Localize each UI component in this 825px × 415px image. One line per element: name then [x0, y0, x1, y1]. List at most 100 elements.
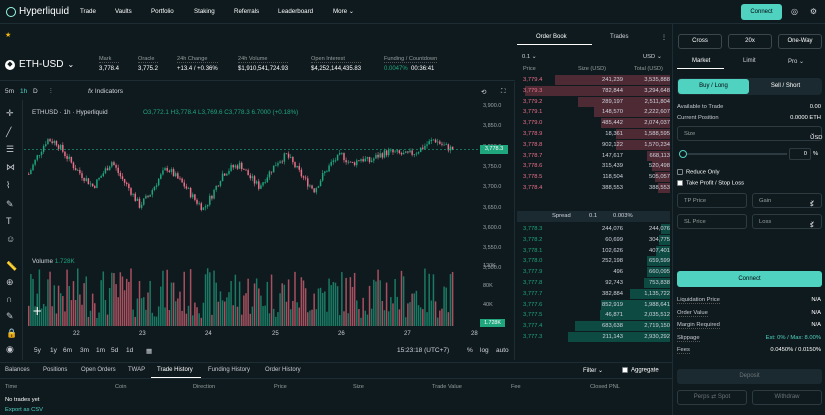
- col-time[interactable]: Time: [5, 384, 17, 390]
- tab-market[interactable]: Market: [692, 58, 710, 64]
- sl-loss-input[interactable]: Loss $ ⌄: [752, 214, 822, 229]
- range-3m[interactable]: 3m: [80, 347, 89, 354]
- ask-row[interactable]: 3,778.7 147,617 668,113: [517, 150, 670, 161]
- tab-balances[interactable]: Balances: [5, 367, 30, 373]
- panel-connect-button[interactable]: Connect: [677, 271, 822, 287]
- bid-row[interactable]: 3,777.3 211,143 2,930,292: [517, 332, 670, 342]
- bid-row[interactable]: 3,778.1 102,626 407,401: [517, 245, 670, 256]
- slider-handle[interactable]: [679, 150, 687, 158]
- ask-row[interactable]: 3,778.4 388,553 388,553: [517, 183, 670, 193]
- export-csv-link[interactable]: Export as CSV: [5, 407, 43, 413]
- margin-mode-button[interactable]: Cross: [678, 34, 722, 49]
- price-chart[interactable]: [24, 100, 480, 328]
- bid-row[interactable]: 3,777.8 92,743 753,838: [517, 278, 670, 288]
- range-1m[interactable]: 1m: [96, 347, 105, 354]
- perps-spot-button[interactable]: Perps ⇄ Spot: [677, 390, 747, 405]
- ask-row[interactable]: 3,778.8 902,122 1,570,234: [517, 139, 670, 150]
- bid-row[interactable]: 3,777.7 382,884 1,135,722: [517, 288, 670, 299]
- bid-row[interactable]: 3,778.3 244,076 244,076: [517, 224, 670, 234]
- crosshair-icon[interactable]: ✛: [6, 108, 14, 119]
- nav-more[interactable]: More ⌄: [333, 8, 354, 15]
- percent-scale[interactable]: %: [467, 347, 473, 354]
- interval-d[interactable]: D: [33, 88, 38, 95]
- lock-draw-icon[interactable]: ✎: [6, 311, 14, 322]
- bid-row[interactable]: 3,777.9 496 660,095: [517, 267, 670, 278]
- tab-twap[interactable]: TWAP: [128, 367, 145, 373]
- ask-row[interactable]: 3,778.6 315,439 520,498: [517, 161, 670, 172]
- logo[interactable]: Hyperliquid: [6, 6, 69, 17]
- position-mode-button[interactable]: One-Way: [778, 34, 822, 49]
- range-5y[interactable]: 5y: [34, 347, 41, 354]
- smile-icon[interactable]: ☺: [6, 234, 15, 244]
- unit-select[interactable]: USD ⌄: [643, 54, 662, 60]
- col-price[interactable]: Price: [274, 384, 287, 390]
- nav-portfolio[interactable]: Portfolio: [151, 8, 174, 15]
- reduce-only-checkbox[interactable]: Reduce Only: [677, 169, 720, 176]
- tick-size-select[interactable]: 0.1 ⌄: [522, 54, 537, 60]
- bid-row[interactable]: 3,778.0 252,198 659,599: [517, 256, 670, 267]
- size-unit-select[interactable]: USD ⌄: [810, 131, 822, 141]
- text-icon[interactable]: T: [6, 216, 12, 226]
- range-1d[interactable]: 1d: [126, 347, 133, 354]
- tab-limit[interactable]: Limit: [743, 58, 756, 64]
- col-closed-pnl[interactable]: Closed PNL: [590, 384, 620, 390]
- candle-type-icon[interactable]: ⫶: [50, 88, 52, 96]
- tp-gain-input[interactable]: Gain $ ⌄: [752, 193, 822, 208]
- pair-selector[interactable]: ◆ ETH-USD ⌄: [5, 59, 74, 70]
- size-input[interactable]: Size USD ⌄: [677, 126, 822, 141]
- nav-referrals[interactable]: Referrals: [234, 8, 259, 15]
- brush-icon[interactable]: ✎: [6, 199, 14, 210]
- col-fee[interactable]: Fee: [511, 384, 521, 390]
- lock-icon[interactable]: 🔒: [6, 328, 17, 339]
- calendar-icon[interactable]: ▦: [146, 347, 152, 355]
- globe-icon[interactable]: ◎: [789, 6, 800, 17]
- tab-open-orders[interactable]: Open Orders: [81, 367, 116, 373]
- aggregate-checkbox[interactable]: Aggregate: [622, 367, 659, 374]
- nav-trade[interactable]: Trade: [80, 8, 96, 15]
- magnet-icon[interactable]: ∩: [6, 294, 12, 304]
- ask-row[interactable]: 3,779.3 782,844 3,294,648: [517, 85, 670, 96]
- zoom-in-icon[interactable]: ⊕: [6, 277, 14, 288]
- col-direction[interactable]: Direction: [193, 384, 215, 390]
- ask-row[interactable]: 3,779.2 289,197 2,511,804: [517, 96, 670, 107]
- eye-icon[interactable]: ◉: [6, 344, 14, 355]
- ask-row[interactable]: 3,779.4 241,239 3,535,888: [517, 75, 670, 85]
- interval-5m[interactable]: 5m: [5, 88, 14, 95]
- gear-icon[interactable]: ⚙: [808, 6, 819, 17]
- filter-select[interactable]: Filter ⌄: [583, 367, 603, 374]
- range-5d[interactable]: 5d: [111, 347, 118, 354]
- ask-row[interactable]: 3,778.5 118,504 505,057: [517, 172, 670, 183]
- range-1y[interactable]: 1y: [50, 347, 57, 354]
- range-6m[interactable]: 6m: [63, 347, 72, 354]
- nav-vaults[interactable]: Vaults: [115, 8, 132, 15]
- tab-pro[interactable]: Pro ⌄: [788, 58, 804, 65]
- auto-scale[interactable]: auto: [496, 347, 509, 354]
- col-coin[interactable]: Coin: [115, 384, 127, 390]
- fullscreen-icon[interactable]: ⛶: [501, 88, 506, 96]
- tab-order-book[interactable]: Order Book: [536, 34, 567, 40]
- ask-row[interactable]: 3,778.9 18,361 1,588,595: [517, 129, 670, 139]
- tab-funding-history[interactable]: Funding History: [208, 367, 250, 373]
- withdraw-button[interactable]: Withdraw: [752, 390, 822, 405]
- sl-price-input[interactable]: SL Price: [677, 214, 747, 229]
- deposit-button[interactable]: Deposit: [677, 369, 822, 384]
- favorite-star-icon[interactable]: ★: [5, 31, 11, 39]
- more-options-icon[interactable]: ⋮: [661, 34, 667, 41]
- trendline-icon[interactable]: ╱: [6, 127, 11, 138]
- tab-trade-history[interactable]: Trade History: [157, 367, 193, 373]
- leverage-button[interactable]: 20x: [728, 34, 772, 49]
- ask-row[interactable]: 3,779.0 485,442 2,074,037: [517, 118, 670, 129]
- pattern-icon[interactable]: ⌇: [6, 180, 10, 191]
- undo-icon[interactable]: ⟲: [481, 88, 486, 96]
- slider-percent-input[interactable]: 0: [789, 148, 811, 160]
- indicators-button[interactable]: fx Indicators: [88, 88, 123, 95]
- tab-positions[interactable]: Positions: [43, 367, 67, 373]
- tpsl-checkbox[interactable]: Take Profit / Stop Loss: [677, 180, 744, 187]
- sell-short-button[interactable]: Sell / Short: [750, 79, 821, 94]
- ruler-icon[interactable]: 📏: [6, 261, 17, 272]
- size-slider[interactable]: [687, 153, 787, 155]
- buy-long-button[interactable]: Buy / Long: [678, 79, 749, 94]
- nav-leaderboard[interactable]: Leaderboard: [278, 8, 313, 15]
- log-scale[interactable]: log: [480, 347, 489, 354]
- bid-row[interactable]: 3,778.2 60,699 304,775: [517, 234, 670, 245]
